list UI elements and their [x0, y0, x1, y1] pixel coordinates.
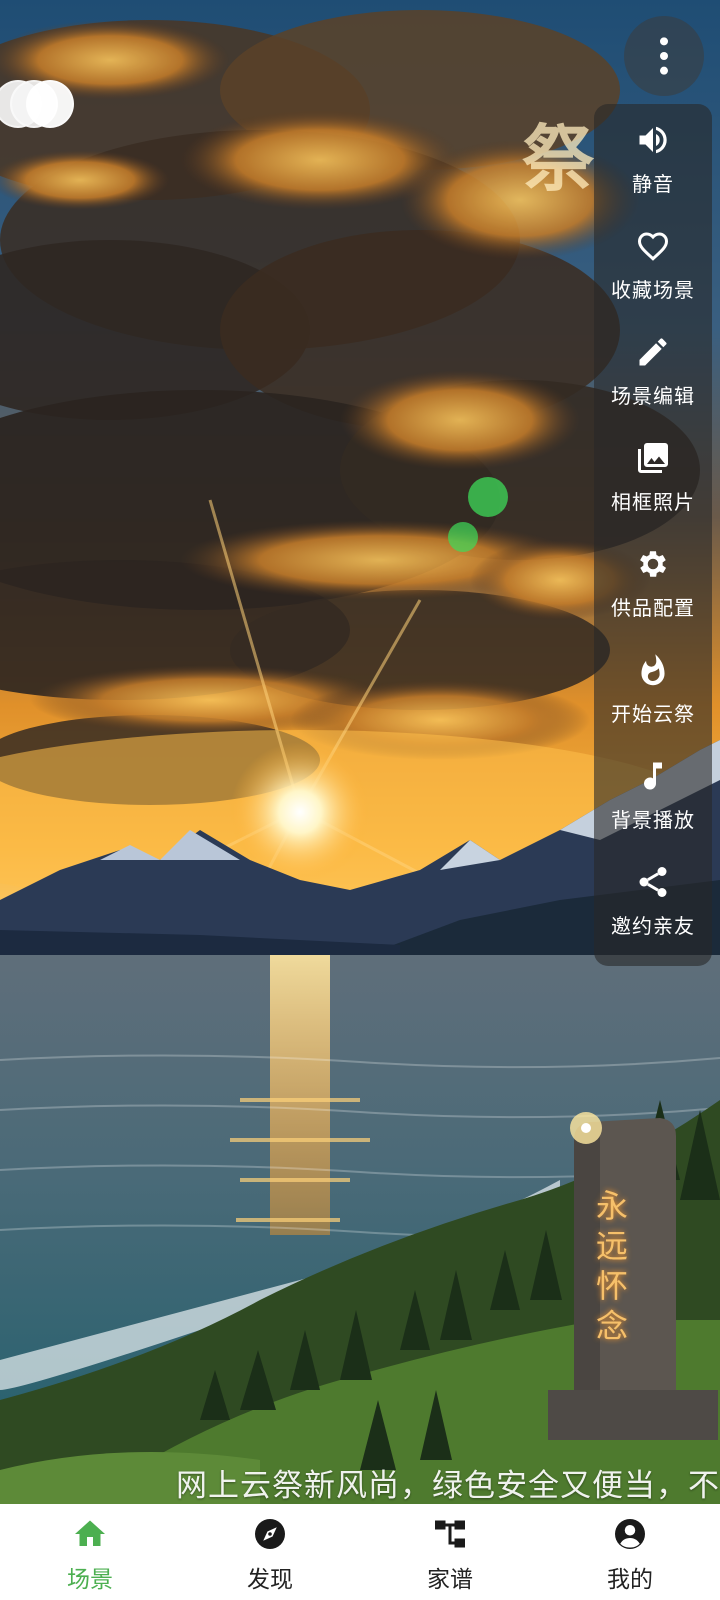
more-options-button[interactable] — [624, 16, 704, 96]
tombstone-inscription: 永 远 怀 念 — [592, 1186, 632, 1346]
avatar[interactable] — [26, 80, 74, 128]
nav-label: 场景 — [67, 1567, 113, 1593]
lens-flare — [468, 477, 508, 517]
volume-icon — [633, 120, 673, 160]
nav-item-family-tree[interactable]: 家谱 — [360, 1504, 540, 1600]
action-label: 开始云祭 — [611, 702, 695, 726]
family-tree-icon — [430, 1514, 470, 1554]
sun-reflection — [270, 955, 330, 1235]
tombstone-char: 念 — [595, 1307, 628, 1345]
nav-item-mine[interactable]: 我的 — [540, 1504, 720, 1600]
nav-label: 家谱 — [427, 1567, 473, 1593]
action-label: 供品配置 — [611, 596, 695, 620]
action-label: 相框照片 — [611, 490, 695, 514]
frame-photo-button[interactable]: 相框照片 — [594, 438, 712, 538]
mute-button[interactable]: 静音 — [594, 120, 712, 220]
favorite-scene-button[interactable]: 收藏场景 — [594, 226, 712, 326]
slogan-text: 网上云祭新风尚，绿色安全又便当，不 — [176, 1468, 720, 1504]
share-icon — [633, 862, 673, 902]
scene-edit-button[interactable]: 场景编辑 — [594, 332, 712, 432]
action-label: 邀约亲友 — [611, 914, 695, 938]
account-icon — [610, 1514, 650, 1554]
bottom-nav: 场景 发现 家谱 我的 — [0, 1504, 720, 1600]
home-icon — [70, 1514, 110, 1554]
compass-icon — [250, 1514, 290, 1554]
offering-config-button[interactable]: 供品配置 — [594, 544, 712, 644]
scene-action-panel: 静音 收藏场景 场景编辑 相框照片 供品配置 开始云祭 背景播放 邀约亲友 — [594, 104, 712, 966]
action-label: 场景编辑 — [611, 384, 695, 408]
more-vertical-icon — [660, 37, 668, 75]
gear-icon — [633, 544, 673, 584]
nav-item-scene[interactable]: 场景 — [0, 1504, 180, 1600]
action-label: 背景播放 — [611, 808, 695, 832]
scene-title-glyph: 祭 — [522, 116, 595, 201]
invite-friends-button[interactable]: 邀约亲友 — [594, 862, 712, 962]
tombstone-char: 永 — [595, 1187, 628, 1225]
start-memorial-button[interactable]: 开始云祭 — [594, 650, 712, 750]
heart-icon — [633, 226, 673, 266]
nav-label: 发现 — [247, 1567, 293, 1593]
photo-library-icon — [633, 438, 673, 478]
action-label: 静音 — [632, 172, 674, 196]
flame-icon — [633, 650, 673, 690]
tombstone-char: 怀 — [595, 1267, 628, 1305]
visitor-avatars[interactable] — [0, 80, 74, 130]
nav-label: 我的 — [607, 1567, 653, 1593]
action-label: 收藏场景 — [611, 278, 695, 302]
nav-item-discover[interactable]: 发现 — [180, 1504, 360, 1600]
scrolling-slogan: 网上云祭新风尚，绿色安全又便当，不 — [176, 1460, 720, 1504]
edit-pencil-icon — [633, 332, 673, 372]
music-note-icon — [633, 756, 673, 796]
background-play-button[interactable]: 背景播放 — [594, 756, 712, 856]
lens-flare — [448, 522, 478, 552]
tombstone-char: 远 — [595, 1227, 628, 1265]
